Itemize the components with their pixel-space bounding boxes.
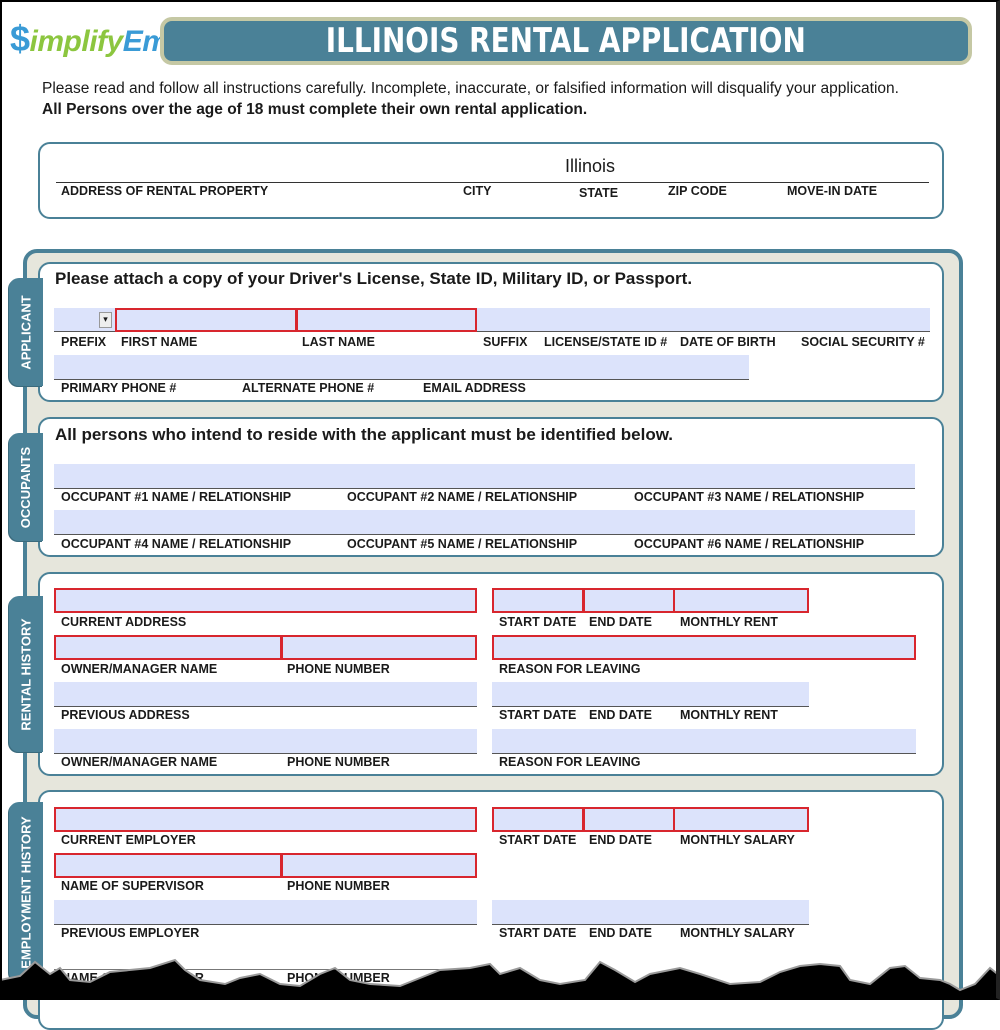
torn-edge-decoration	[0, 958, 1000, 1000]
current-address-label: CURRENT ADDRESS	[61, 615, 187, 629]
occupants-row1-field[interactable]	[54, 464, 915, 489]
prev-owner-manager-label: OWNER/MANAGER NAME	[61, 755, 218, 769]
prev-monthly-rent-label: MONTHLY RENT	[680, 708, 778, 722]
employer-end-date-input[interactable]	[583, 807, 675, 832]
dollar-icon: $	[10, 18, 30, 59]
previous-employer-dates-input[interactable]	[492, 900, 809, 925]
reason-label: REASON FOR LEAVING	[499, 662, 641, 676]
alternate-phone-label: ALTERNATE PHONE #	[242, 381, 375, 395]
current-start-date-input[interactable]	[492, 588, 584, 613]
previous-employer-input[interactable]	[54, 900, 477, 925]
email-label: EMAIL ADDRESS	[423, 381, 526, 395]
prefix-label: PREFIX	[61, 335, 107, 349]
supervisor-phone-input[interactable]	[281, 853, 477, 878]
previous-reason-input[interactable]	[492, 729, 916, 754]
current-address-input[interactable]	[54, 588, 477, 613]
monthly-salary-label: MONTHLY SALARY	[680, 833, 795, 847]
suffix-label: SUFFIX	[483, 335, 528, 349]
rental-property-box	[38, 142, 944, 219]
zip-label: ZIP CODE	[668, 184, 727, 198]
prefix-dropdown-icon[interactable]: ▾	[99, 312, 112, 328]
occupant-4-label: OCCUPANT #4 NAME / RELATIONSHIP	[61, 537, 292, 551]
primary-phone-label: PRIMARY PHONE #	[61, 381, 177, 395]
page-title: ILLINOIS RENTAL APPLICATION	[325, 21, 807, 61]
instructions-text: Please read and follow all instructions …	[42, 80, 899, 97]
emp-start-date-label: START DATE	[499, 833, 577, 847]
prev-end-date-label: END DATE	[589, 708, 652, 722]
state-label: STATE	[579, 186, 619, 200]
city-label: CITY	[463, 184, 492, 198]
simplifyem-logo: $implifyEm	[10, 18, 169, 59]
previous-address-input[interactable]	[54, 682, 477, 707]
tab-applicant: APPLICANT	[9, 278, 43, 386]
current-monthly-rent-input[interactable]	[673, 588, 809, 613]
previous-address-label: PREVIOUS ADDRESS	[61, 708, 190, 722]
state-value: Illinois	[565, 156, 616, 176]
move-in-label: MOVE-IN DATE	[787, 184, 878, 198]
applicant-heading: Please attach a copy of your Driver's Li…	[55, 269, 693, 288]
tab-occupants: OCCUPANTS	[9, 433, 43, 541]
title-banner: ILLINOIS RENTAL APPLICATION	[160, 17, 972, 65]
previous-owner-input[interactable]	[54, 729, 477, 754]
prev-monthly-salary-label: MONTHLY SALARY	[680, 926, 795, 940]
contact-info-field[interactable]	[54, 355, 749, 380]
owner-manager-label: OWNER/MANAGER NAME	[61, 662, 218, 676]
current-owner-name-input[interactable]	[54, 635, 282, 660]
employer-start-date-input[interactable]	[492, 807, 584, 832]
tab-rental-history: RENTAL HISTORY	[9, 596, 43, 752]
occupant-2-label: OCCUPANT #2 NAME / RELATIONSHIP	[347, 490, 578, 504]
address-label: ADDRESS OF RENTAL PROPERTY	[61, 184, 269, 198]
occupant-6-label: OCCUPANT #6 NAME / RELATIONSHIP	[634, 537, 865, 551]
first-name-input[interactable]	[115, 308, 297, 332]
occupant-3-label: OCCUPANT #3 NAME / RELATIONSHIP	[634, 490, 865, 504]
supervisor-label: NAME OF SUPERVISOR	[61, 879, 204, 893]
current-employer-input[interactable]	[54, 807, 477, 832]
occupants-row2-field[interactable]	[54, 510, 915, 535]
start-date-label: START DATE	[499, 615, 577, 629]
monthly-salary-input[interactable]	[673, 807, 809, 832]
occupant-1-label: OCCUPANT #1 NAME / RELATIONSHIP	[61, 490, 292, 504]
last-name-label: LAST NAME	[302, 335, 375, 349]
current-reason-leaving-input[interactable]	[492, 635, 916, 660]
current-end-date-input[interactable]	[583, 588, 675, 613]
monthly-rent-label: MONTHLY RENT	[680, 615, 778, 629]
occupant-5-label: OCCUPANT #5 NAME / RELATIONSHIP	[347, 537, 578, 551]
prev-emp-end-date-label: END DATE	[589, 926, 652, 940]
prev-start-date-label: START DATE	[499, 708, 577, 722]
dob-label: DATE OF BIRTH	[680, 335, 776, 349]
first-name-label: FIRST NAME	[121, 335, 198, 349]
prev-phone-label: PHONE NUMBER	[287, 755, 390, 769]
previous-dates-rent-input[interactable]	[492, 682, 809, 707]
supervisor-name-input[interactable]	[54, 853, 282, 878]
property-field-line[interactable]	[56, 182, 929, 183]
age-requirement-text: All Persons over the age of 18 must comp…	[42, 101, 588, 118]
prev-emp-start-date-label: START DATE	[499, 926, 577, 940]
current-owner-phone-input[interactable]	[281, 635, 477, 660]
ssn-label: SOCIAL SECURITY #	[801, 335, 925, 349]
supervisor-phone-label: PHONE NUMBER	[287, 879, 390, 893]
last-name-input[interactable]	[296, 308, 477, 332]
license-label: LICENSE/STATE ID #	[544, 335, 668, 349]
phone-label: PHONE NUMBER	[287, 662, 390, 676]
occupants-heading: All persons who intend to reside with th…	[55, 425, 674, 444]
emp-end-date-label: END DATE	[589, 833, 652, 847]
end-date-label: END DATE	[589, 615, 652, 629]
current-employer-label: CURRENT EMPLOYER	[61, 833, 196, 847]
prev-reason-label: REASON FOR LEAVING	[499, 755, 641, 769]
previous-employer-label: PREVIOUS EMPLOYER	[61, 926, 200, 940]
